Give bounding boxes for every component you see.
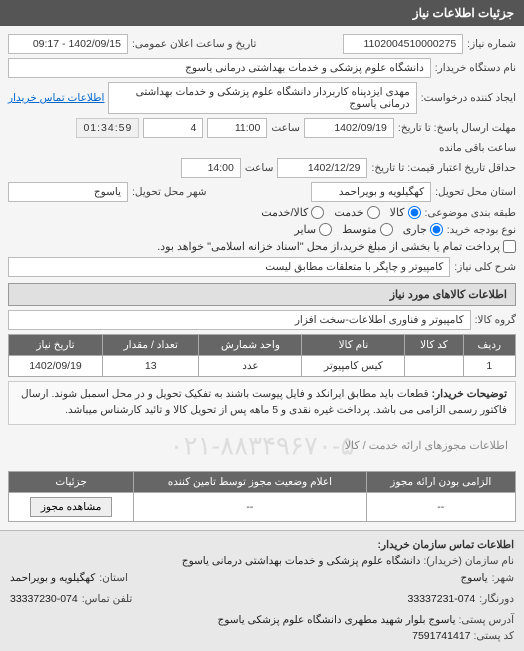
category-mix-radio[interactable]: کالا/خدمت [261, 206, 324, 219]
city-field: یاسوج [8, 182, 128, 202]
footer-city-label: شهر: [492, 570, 514, 587]
table-row: 1 کیس کامپیوتر عدد 13 1402/09/19 [9, 356, 516, 377]
deadline-time-field: 11:00 [207, 118, 267, 138]
col-qty: تعداد / مقدار [103, 335, 199, 356]
cell-mandatory: -- [366, 492, 515, 521]
footer-city-value: یاسوج [461, 570, 488, 587]
countdown-timer: 01:34:59 [76, 118, 139, 138]
province-field: کهگیلویه و بویراحمد [311, 182, 431, 202]
page-title: جزئیات اطلاعات نیاز [413, 6, 514, 20]
payment-note-checkbox[interactable]: پرداخت تمام یا بخشی از مبلغ خرید،از محل … [157, 240, 516, 253]
buyer-note-box: توضیحات خریدار: قطعات باید مطابق ایرانکد… [8, 381, 516, 425]
deadline-label: مهلت ارسال پاسخ: تا تاریخ: [398, 122, 516, 134]
deadline-date-field: 1402/09/19 [304, 118, 394, 138]
postal-value: 7591741417 [412, 630, 470, 642]
request-no-label: شماره نیاز: [467, 38, 516, 50]
buyer-note-label: توضیحات خریدار: [432, 388, 507, 400]
col-name: نام کالا [302, 335, 405, 356]
request-no-field: 1102004510000275 [343, 34, 463, 54]
org-section-title: اطلاعات تماس سازمان خریدار: [378, 539, 514, 551]
page-header: جزئیات اطلاعات نیاز [0, 0, 524, 26]
col-status: اعلام وضعیت مجوز توسط تامین کننده [134, 471, 366, 492]
col-code: کد کالا [405, 335, 463, 356]
validity-label: حداقل تاریخ اعتبار قیمت: تا تاریخ: [371, 162, 516, 174]
phone-value: 33337230-074 [10, 591, 78, 608]
contact-link[interactable]: اطلاعات تماس خریدار [8, 92, 104, 104]
permit-section-title: اطلاعات مجوزهای ارائه خدمت / کالا [345, 440, 508, 452]
footer-province-value: کهگیلویه و بویراحمد [10, 570, 95, 587]
cell-code [405, 356, 463, 377]
col-unit: واحد شمارش [199, 335, 302, 356]
category-label: طبقه بندی موضوعی: [425, 207, 516, 219]
address-value: یاسوج بلوار شهید مطهری دانشگاه علوم پزشک… [218, 614, 456, 626]
phone-label: تلفن تماس: [82, 591, 133, 608]
group-label: گروه کالا: [475, 314, 516, 326]
cell-qty: 13 [103, 356, 199, 377]
cell-unit: عدد [199, 356, 302, 377]
goods-table: ردیف کد کالا نام کالا واحد شمارش تعداد /… [8, 334, 516, 377]
requester-label: ایجاد کننده درخواست: [421, 92, 516, 104]
cell-name: کیس کامپیوتر [302, 356, 405, 377]
province-label: استان محل تحویل: [435, 186, 516, 198]
permit-table: الزامی بودن ارائه مجوز اعلام وضعیت مجوز … [8, 471, 516, 522]
category-goods-radio[interactable]: کالا [390, 206, 421, 219]
permit-section: اطلاعات مجوزهای ارائه خدمت / کالا ۰۲۱-۸۸… [8, 425, 516, 467]
watermark-phone: ۰۲۱-۸۸۳۴۹۶۷۰-۵ [170, 430, 355, 461]
view-permit-button[interactable]: مشاهده مجوز [30, 497, 113, 517]
org-footer: اطلاعات تماس سازمان خریدار: نام سازمان (… [0, 530, 524, 651]
cell-date: 1402/09/19 [9, 356, 103, 377]
subject-field: کامپیوتر و چاپگر با متعلقات مطابق لیست [8, 257, 450, 277]
deadline-time-label: ساعت [271, 122, 300, 134]
postal-label: کد پستی: [473, 630, 514, 642]
table-row: -- -- مشاهده مجوز [9, 492, 516, 521]
subject-label: شرح کلی نیاز: [454, 261, 516, 273]
remaining-suffix: ساعت باقی مانده [439, 142, 516, 154]
buyer-label: نام دستگاه خریدار: [435, 62, 516, 74]
cell-row: 1 [463, 356, 515, 377]
cell-status: -- [134, 492, 366, 521]
validity-date-field: 1402/12/29 [277, 158, 367, 178]
org-value: دانشگاه علوم پزشکی و خدمات بهداشتی درمان… [182, 555, 421, 567]
validity-time-field: 14:00 [181, 158, 241, 178]
announce-label: تاریخ و ساعت اعلان عمومی: [132, 38, 256, 50]
category-service-radio[interactable]: خدمت [334, 206, 379, 219]
type-label: نوع بودجه خرید: [447, 224, 516, 236]
footer-province-label: استان: [99, 570, 128, 587]
goods-section-title: اطلاعات کالاهای مورد نیاز [8, 283, 516, 306]
category-radio-group: کالا خدمت کالا/خدمت [261, 206, 420, 219]
remaining-days-field: 4 [143, 118, 203, 138]
type-other-radio[interactable]: سایر [294, 223, 332, 236]
col-row: ردیف [463, 335, 515, 356]
fax-label: دورنگار: [479, 591, 514, 608]
validity-time-label: ساعت [245, 162, 274, 174]
announce-field: 1402/09/15 - 09:17 [8, 34, 128, 54]
group-field: کامپیوتر و فناوری اطلاعات-سخت افزار [8, 310, 471, 330]
address-label: آدرس پستی: [458, 614, 514, 626]
requester-field: مهدی ایزدپناه کاربردار دانشگاه علوم پزشک… [108, 82, 416, 114]
fax-value: 33337231-074 [408, 591, 476, 608]
type-current-radio[interactable]: جاری [403, 223, 443, 236]
buyer-field: دانشگاه علوم پزشکی و خدمات بهداشتی درمان… [8, 58, 431, 78]
main-content: شماره نیاز: 1102004510000275 تاریخ و ساع… [0, 26, 524, 530]
type-capital-radio[interactable]: متوسط [342, 223, 393, 236]
col-view: جزئیات [9, 471, 134, 492]
col-mandatory: الزامی بودن ارائه مجوز [366, 471, 515, 492]
type-radio-group: جاری متوسط سایر [294, 223, 442, 236]
org-label: نام سازمان (خریدار): [423, 555, 514, 567]
col-date: تاریخ نیاز [9, 335, 103, 356]
city-label: شهر محل تحویل: [132, 186, 207, 198]
